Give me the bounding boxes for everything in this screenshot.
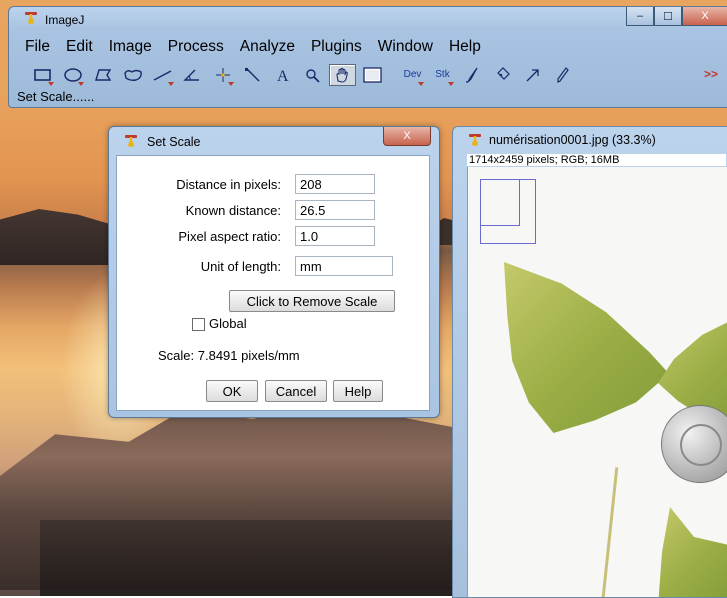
pencil-icon [556,66,569,83]
line-icon [153,69,171,81]
scale-readout: Scale: 7.8491 pixels/mm [158,348,300,363]
coin-image [661,405,727,483]
close-button[interactable]: X [682,7,727,26]
color-swatch-icon [362,66,382,83]
menu-analyze[interactable]: Analyze [240,38,302,56]
crosshair-icon [215,67,230,82]
menu-window[interactable]: Window [378,38,440,56]
freehand-tool[interactable] [119,64,146,86]
angle-icon [182,69,199,81]
stk-label: Stk [435,69,450,80]
color-picker-tool[interactable] [359,64,386,86]
arrow-tool[interactable] [519,64,546,86]
menu-bar: File Edit Image Process Analyze Plugins … [25,38,497,56]
status-bar: Set Scale...... [17,89,95,104]
oval-icon [63,67,82,82]
imagej-main-window: ImageJ – ☐ X File Edit Image Process Ana… [8,6,727,108]
global-checkbox[interactable] [192,318,205,331]
ok-button[interactable]: OK [206,380,258,402]
maximize-button[interactable]: ☐ [654,7,682,26]
magnifier-icon [305,68,320,83]
point-tool[interactable] [209,64,236,86]
hand-tool[interactable] [329,63,356,86]
wand-icon [244,67,260,82]
text-tool[interactable]: A [269,64,296,86]
developer-menu-tool[interactable]: Dev [399,64,426,86]
menu-process[interactable]: Process [168,38,231,56]
minimize-button[interactable]: – [626,7,654,26]
polygon-icon [94,68,111,81]
navigator-view-rect [480,179,520,226]
rectangle-icon [33,68,51,81]
magnifier-tool[interactable] [299,64,326,86]
aspect-ratio-input[interactable] [295,226,375,246]
leaf-stem-image [600,467,619,597]
window-title: ImageJ [45,13,85,27]
menu-help[interactable]: Help [449,38,488,56]
aspect-ratio-label: Pixel aspect ratio: [178,229,281,244]
dialog-close-button[interactable]: X [383,127,431,146]
more-tools-button[interactable]: >> [704,67,718,81]
line-tool[interactable] [149,64,176,86]
toolbar: A Dev Stk [29,63,609,86]
global-label: Global [209,316,247,331]
known-distance-input[interactable] [295,200,375,220]
menu-edit[interactable]: Edit [66,38,100,56]
imagej-titlebar[interactable]: ImageJ [9,7,727,33]
stack-menu-tool[interactable]: Stk [429,64,456,86]
imagej-logo-icon [125,135,137,149]
image-window-title[interactable]: numérisation0001.jpg (33.3%) [489,133,656,147]
menu-plugins[interactable]: Plugins [311,38,369,56]
svg-text:A: A [277,68,289,83]
help-button[interactable]: Help [333,380,383,402]
imagej-logo-icon [469,134,481,148]
remove-scale-button[interactable]: Click to Remove Scale [229,290,395,312]
dialog-body: Distance in pixels: Known distance: Pixe… [116,155,430,411]
cancel-button[interactable]: Cancel [265,380,327,402]
angle-tool[interactable] [179,64,206,86]
freehand-icon [123,69,142,81]
oval-tool[interactable] [59,64,86,86]
leaf-image [658,507,727,597]
image-canvas[interactable] [467,167,727,597]
known-distance-label: Known distance: [185,203,281,218]
window-controls: – ☐ X [626,7,727,27]
set-scale-dialog: Set Scale X Distance in pixels: Known di… [108,126,440,418]
polygon-tool[interactable] [89,64,116,86]
leaf-image [504,262,669,433]
image-info: 1714x2459 pixels; RGB; 16MB [467,154,726,166]
arrow-icon [526,68,539,81]
wallpaper-water [40,520,460,596]
distance-label: Distance in pixels: [176,177,281,192]
pencil-tool[interactable] [549,64,576,86]
image-window: numérisation0001.jpg (33.3%) 1714x2459 p… [452,126,727,598]
distance-input[interactable] [295,174,375,194]
dialog-title[interactable]: Set Scale [147,135,201,149]
hand-icon [335,67,348,83]
brush-tool[interactable] [459,64,486,86]
menu-image[interactable]: Image [109,38,159,56]
bucket-icon [496,66,510,80]
unit-input[interactable] [295,256,393,276]
flood-fill-tool[interactable] [489,64,516,86]
brush-icon [465,67,478,83]
imagej-logo-icon [25,12,37,26]
rectangle-tool[interactable] [29,64,56,86]
dev-label: Dev [403,69,422,80]
wand-tool[interactable] [239,64,266,86]
unit-label: Unit of length: [200,259,281,274]
empty-tool-slot [579,64,606,86]
menu-file[interactable]: File [25,38,57,56]
text-icon: A [277,68,289,83]
